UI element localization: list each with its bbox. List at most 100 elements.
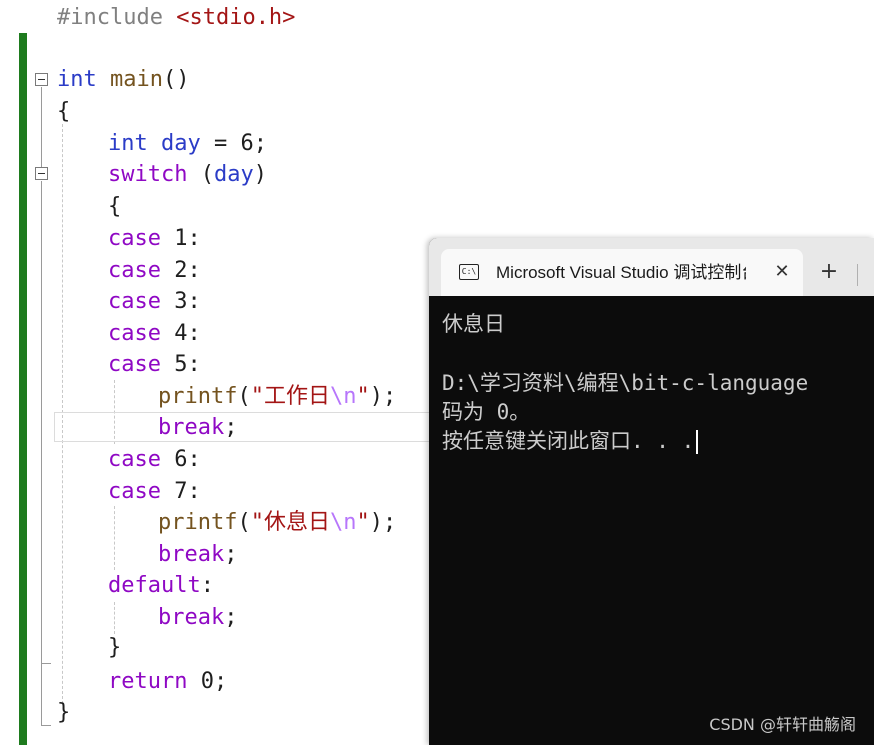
code-line[interactable]: case 3: (108, 286, 201, 318)
code-line[interactable]: break; (158, 412, 237, 444)
code-token: case (108, 226, 161, 251)
watermark: CSDN @轩轩曲觞阁 (709, 715, 856, 734)
outline-line (41, 663, 51, 664)
code-line[interactable]: } (108, 632, 121, 664)
code-token: printf (158, 384, 238, 409)
text-cursor (696, 430, 699, 454)
console-output-line: 码为 0。 (442, 400, 531, 424)
code-token: : (200, 573, 214, 598)
outline-line (41, 725, 51, 726)
code-token: } (57, 700, 71, 725)
console-prompt-text: 按任意键关闭此窗口. . . (442, 429, 695, 453)
code-token: case (108, 321, 161, 346)
code-token: case (108, 258, 161, 283)
code-token: break (158, 605, 225, 630)
code-line[interactable]: case 4: (108, 318, 201, 350)
console-output-line: 休息日 (442, 312, 505, 336)
code-token: \n (329, 510, 357, 535)
code-token: #include (57, 5, 177, 30)
titlebar-divider (857, 264, 858, 286)
collapse-main-icon[interactable] (35, 73, 48, 86)
code-token: case (108, 447, 161, 472)
code-token: ) (253, 162, 267, 187)
code-token: ); (369, 384, 397, 409)
code-token: ( (237, 510, 251, 535)
code-token: break (158, 415, 225, 440)
console-output-line: 按任意键关闭此窗口. . . (442, 426, 699, 456)
code-line[interactable]: case 2: (108, 255, 201, 287)
code-token: 3: (160, 289, 201, 314)
code-token: 6: (160, 447, 201, 472)
code-token: \n (329, 384, 357, 409)
code-token: case (108, 289, 161, 314)
tab-title: Microsoft Visual Studio 调试控制台 (496, 263, 746, 282)
code-token: <stdio.h> (176, 5, 296, 30)
code-token: 7: (160, 479, 201, 504)
code-line[interactable]: default: (108, 570, 214, 602)
code-token: int (108, 131, 148, 156)
code-token: case (108, 352, 161, 377)
code-token: return (108, 669, 188, 694)
code-token: ; (224, 542, 238, 567)
code-token: = 6; (200, 131, 267, 156)
code-line[interactable]: int main() (57, 64, 189, 96)
code-line[interactable]: case 7: (108, 476, 201, 508)
indent-guide (114, 506, 115, 570)
code-line[interactable]: { (57, 96, 70, 128)
code-line[interactable]: return 0; (108, 666, 227, 698)
code-line[interactable]: { (108, 191, 121, 223)
code-token: ( (237, 384, 251, 409)
code-token: switch (108, 162, 188, 187)
code-token: int (57, 67, 97, 92)
indent-guide (114, 602, 115, 634)
code-token: ); (369, 510, 397, 535)
code-token: 5: (160, 352, 201, 377)
code-line[interactable]: case 6: (108, 444, 201, 476)
code-token: printf (158, 510, 238, 535)
code-line[interactable]: printf("休息日\n"); (158, 507, 396, 539)
change-tracking-bar (19, 33, 27, 745)
code-token: { (57, 99, 71, 124)
collapse-switch-icon[interactable] (35, 167, 48, 180)
code-line[interactable]: } (57, 697, 70, 729)
code-token: 1: (160, 226, 201, 251)
outline-line (41, 87, 42, 167)
code-line[interactable]: break; (158, 539, 237, 571)
code-token: ( (187, 162, 214, 187)
console-titlebar: C:\ Microsoft Visual Studio 调试控制台 ✕ + (429, 238, 874, 296)
debug-console-window[interactable]: C:\ Microsoft Visual Studio 调试控制台 ✕ + 休息… (429, 238, 874, 745)
code-token: main (110, 67, 163, 92)
code-line[interactable]: case 5: (108, 349, 201, 381)
code-line[interactable]: break; (158, 602, 237, 634)
code-token: day (213, 162, 254, 187)
code-token: "休息日 (250, 510, 330, 535)
terminal-icon: C:\ (459, 264, 479, 280)
code-token: } (108, 635, 122, 660)
code-line[interactable]: printf("工作日\n"); (158, 381, 396, 413)
code-token: { (108, 194, 122, 219)
code-line[interactable]: #include <stdio.h> (57, 2, 295, 34)
current-line-highlight (54, 412, 430, 442)
code-token: 0; (187, 669, 228, 694)
new-tab-icon[interactable]: + (817, 260, 841, 284)
code-token: default (108, 573, 201, 598)
console-output-line: D:\学习资料\编程\bit-c-language (442, 371, 809, 395)
code-token: " (356, 384, 370, 409)
code-token: () (162, 67, 190, 92)
code-token: 4: (160, 321, 201, 346)
code-token: 2: (160, 258, 201, 283)
code-token: ; (224, 415, 238, 440)
console-tab[interactable]: C:\ Microsoft Visual Studio 调试控制台 ✕ (441, 249, 803, 296)
code-line[interactable]: case 1: (108, 223, 201, 255)
code-token: break (158, 542, 225, 567)
code-line[interactable]: switch (day) (108, 159, 267, 191)
code-token: " (356, 510, 370, 535)
code-token: day (161, 131, 201, 156)
code-line[interactable]: int day = 6; (108, 128, 267, 160)
code-token: "工作日 (250, 384, 330, 409)
code-token: ; (224, 605, 238, 630)
close-tab-icon[interactable]: ✕ (771, 260, 793, 284)
code-token: case (108, 479, 161, 504)
